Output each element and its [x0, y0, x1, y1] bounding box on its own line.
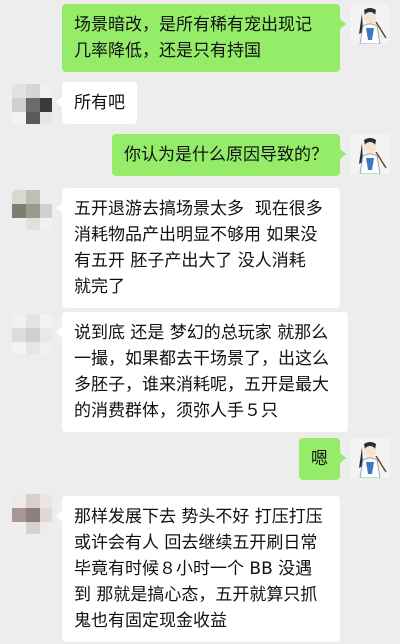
self-avatar[interactable] [350, 438, 390, 478]
message-bubble-incoming[interactable]: 说到底 还是 梦幻的总玩家 就那么一撮，如果都去干场景了，出这么多胚子，谁来消耗… [56, 312, 348, 432]
contact-avatar[interactable] [12, 314, 52, 354]
cartoon-swordsman-avatar-icon [350, 438, 390, 478]
cartoon-swordsman-avatar-icon [350, 4, 390, 44]
pixelated-avatar-icon [12, 190, 52, 230]
message-bubble-incoming[interactable]: 五开退游去搞场景太多 现在很多消耗物品产出明显不够用 如果没有五开 胚子产出大了… [56, 188, 340, 308]
pixelated-avatar-icon [12, 314, 52, 354]
message-bubble-outgoing[interactable]: 场景暗改，是所有稀有宠出现记几率降低，还是只有持国 [62, 4, 346, 72]
message-bubble-outgoing[interactable]: 你认为是什么原因导致的？ [112, 134, 346, 176]
contact-avatar[interactable] [12, 190, 52, 230]
contact-avatar[interactable] [12, 494, 52, 534]
self-avatar[interactable] [350, 4, 390, 44]
cartoon-swordsman-avatar-icon [350, 134, 390, 174]
message-bubble-outgoing[interactable]: 嗯 [299, 438, 346, 480]
pixelated-avatar-icon [12, 494, 52, 534]
self-avatar[interactable] [350, 134, 390, 174]
contact-avatar[interactable] [12, 84, 52, 124]
message-bubble-incoming[interactable]: 所有吧 [56, 82, 137, 124]
pixelated-avatar-icon [12, 84, 52, 124]
message-bubble-incoming[interactable]: 那样发展下去 势头不好 打压打压或许会有人 回去继续五开刷日常 毕竟有时候８小时… [56, 496, 340, 642]
